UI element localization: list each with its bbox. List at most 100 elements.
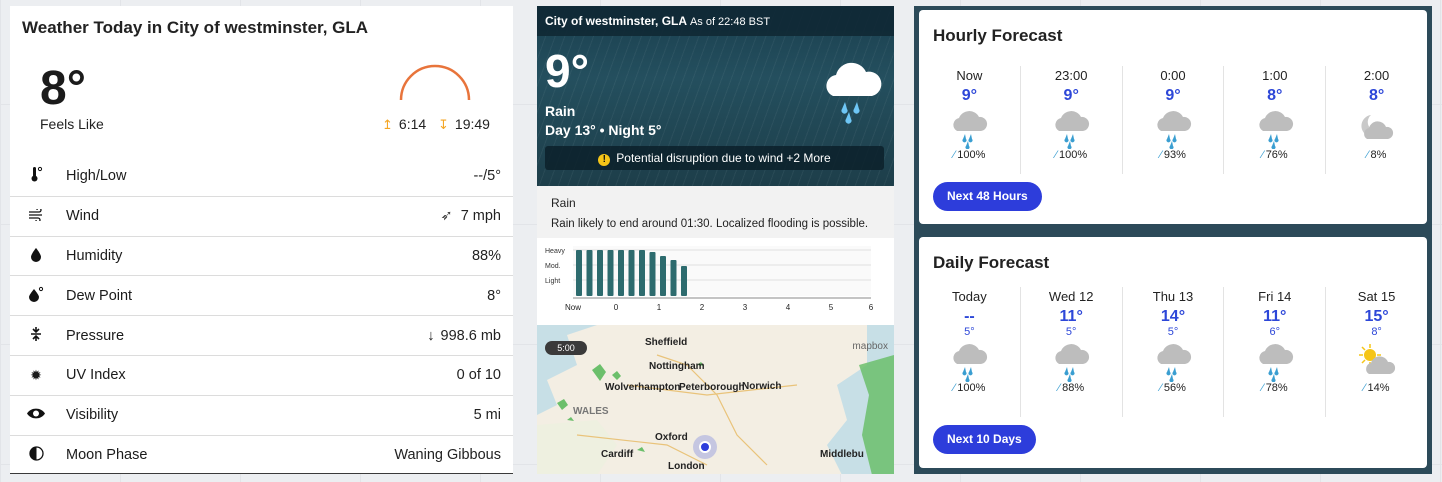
weather-today-card: Weather Today in City of westminster, GL…	[10, 6, 513, 474]
forecast-day: Sat 15	[1357, 289, 1396, 304]
rain-summary: Rain Rain likely to end around 01:30. Lo…	[537, 186, 894, 238]
forecast-temp: 9°	[961, 87, 978, 104]
rain-intensity-bar	[681, 266, 687, 296]
daily-forecast-title: Daily Forecast	[933, 253, 1050, 272]
rain-tick-label: 3	[743, 303, 748, 312]
precip-drop-icon: ⁄	[1160, 149, 1162, 161]
forecast-time: 0:00	[1160, 68, 1186, 83]
hourly-forecast-item[interactable]: Now 9° ⁄ 100%	[919, 66, 1020, 174]
rain-tick-label: 0	[614, 303, 619, 312]
dew-point-icon	[24, 286, 48, 305]
day-night-temps: Day 13° • Night 5°	[545, 122, 662, 138]
rain-intensity-bar	[649, 252, 656, 296]
today-title: Weather Today in City of westminster, GL…	[22, 18, 369, 37]
detail-row-humidity: Humidity 88%	[10, 235, 513, 276]
precip-chance: ⁄ 56%	[1160, 382, 1186, 394]
hourly-forecast-card: Hourly Forecast Now 9° ⁄ 100% 23:00 9° ⁄ 100% 0:…	[919, 10, 1427, 224]
daily-forecast-item[interactable]: Fri 14 11° 6° ⁄ 78%	[1223, 287, 1325, 417]
forecast-low-temp: 5°	[1065, 326, 1077, 338]
daily-forecast-card: Daily Forecast Today -- 5° ⁄ 100% Wed 12 11° 5°…	[919, 237, 1427, 468]
precip-drop-icon: ⁄	[1160, 382, 1162, 394]
daily-forecast-item[interactable]: Thu 13 14° 5° ⁄ 56%	[1121, 287, 1224, 417]
detail-row-moon-phase: Moon Phase Waning Gibbous	[10, 434, 513, 475]
forecast-high-temp: --	[964, 308, 975, 325]
hourly-forecast-item[interactable]: 1:00 8° ⁄ 76%	[1223, 66, 1325, 174]
detail-row-uv-index: ✹ UV Index 0 of 10	[10, 354, 513, 395]
rain-intensity-chart: Heavy Mod. Light Now 0 1 2 3 4 5 6	[537, 238, 894, 320]
daily-forecast-item[interactable]: Sat 15 15° 8° ⁄ 14%	[1325, 287, 1427, 417]
precip-chance: ⁄ 100%	[953, 382, 986, 394]
map-label-wales: WALES	[573, 406, 609, 417]
sun-cloud-icon	[1326, 342, 1427, 382]
precip-chance: ⁄ 93%	[1160, 149, 1186, 161]
pressure-down-icon: ↓	[427, 327, 435, 344]
current-conditions-card[interactable]: City of westminster, GLA As of 22:48 BST…	[537, 6, 894, 474]
forecast-time: 23:00	[1054, 68, 1088, 83]
rain-cloud-icon	[826, 62, 882, 124]
detail-row-dew-point: Dew Point 8°	[10, 275, 513, 315]
precip-drop-icon: ⁄	[1363, 382, 1366, 394]
hourly-forecast-item[interactable]: 23:00 9° ⁄ 100%	[1019, 66, 1122, 174]
map-label-norwich: Norwich	[742, 381, 782, 392]
today-details-list: High/Low --/5° Wind ➶ 7 mph Humidity 88% …	[10, 156, 513, 474]
rain-level-label: Light	[545, 278, 560, 285]
forecast-day: Thu 13	[1152, 289, 1194, 304]
moon-icon	[24, 446, 48, 464]
rain-intensity-bar	[639, 250, 645, 296]
detail-row-pressure: Pressure ↓ 998.6 mb	[10, 315, 513, 355]
forecast-high-temp: 14°	[1160, 308, 1186, 325]
sunrise-icon: ↥	[382, 117, 393, 132]
current-condition: Rain	[545, 103, 576, 119]
weather-alert-banner[interactable]: ! Potential disruption due to wind +2 Mor…	[545, 146, 884, 170]
hourly-forecast-item[interactable]: 0:00 9° ⁄ 93%	[1121, 66, 1224, 174]
rain-intensity-bar	[586, 250, 593, 296]
location-header: City of westminster, GLA As of 22:48 BST	[537, 6, 894, 36]
rain-summary-title: Rain	[551, 196, 576, 210]
rain-cloud-icon	[1224, 342, 1325, 383]
radar-map[interactable]: 5:00 mapbox Sheffield Nottingham Wolverh…	[537, 325, 894, 474]
precip-drop-icon: ⁄	[953, 382, 956, 394]
pressure-icon	[24, 326, 48, 345]
map-label-peterborough: Peterborough	[679, 382, 745, 393]
precip-chance: ⁄ 100%	[1055, 149, 1088, 161]
daily-forecast-item[interactable]: Wed 12 11° 5° ⁄ 88%	[1019, 287, 1122, 417]
precip-chance: ⁄ 100%	[953, 149, 986, 161]
next-10-days-button[interactable]: Next 10 Days	[933, 425, 1036, 454]
precip-drop-icon: ⁄	[953, 149, 956, 161]
rain-chart-bg	[573, 246, 871, 296]
rain-level-label: Heavy	[545, 248, 565, 255]
precip-drop-icon: ⁄	[1058, 382, 1061, 394]
current-conditions-hero[interactable]: City of westminster, GLA As of 22:48 BST…	[537, 6, 894, 186]
hourly-forecast-item[interactable]: 2:00 8° ⁄ 8%	[1325, 66, 1427, 174]
sun-arc-icon	[399, 64, 471, 101]
forecast-day: Fri 14	[1258, 289, 1292, 304]
rain-tick-label: 2	[700, 303, 705, 312]
precip-drop-icon: ⁄	[1055, 149, 1058, 161]
rain-cloud-icon	[1224, 109, 1325, 150]
map-label-wolverhampton: Wolverhampton	[605, 382, 681, 393]
rain-intensity-bar	[670, 260, 677, 296]
rain-cloud-icon	[919, 342, 1020, 383]
rain-intensity-bar	[628, 250, 635, 296]
map-label-oxford: Oxford	[655, 432, 688, 443]
rain-cloud-icon	[1123, 109, 1224, 150]
precip-drop-icon: ⁄	[1261, 382, 1264, 394]
map-label-cardiff: Cardiff	[601, 449, 634, 460]
wind-direction-icon: ➶	[440, 208, 453, 225]
feels-like-temp: 8°	[40, 62, 86, 115]
hourly-forecast-title: Hourly Forecast	[933, 26, 1063, 45]
rain-cloud-icon	[919, 109, 1020, 150]
map-label-london: London	[668, 461, 705, 472]
forecast-high-temp: 11°	[1263, 308, 1287, 325]
next-48-hours-button[interactable]: Next 48 Hours	[933, 182, 1042, 211]
daily-forecast-item[interactable]: Today -- 5° ⁄ 100%	[919, 287, 1020, 417]
map-time-badge[interactable]: 5:00	[545, 341, 587, 355]
rain-tick-label: 6	[869, 303, 874, 312]
precip-chance: ⁄ 14%	[1363, 382, 1390, 394]
rain-intensity-svg: Heavy Mod. Light Now 0 1 2 3 4 5 6	[545, 246, 874, 312]
sunset-icon: ↧	[438, 117, 449, 132]
daily-forecast-list: Today -- 5° ⁄ 100% Wed 12 11° 5° ⁄ 88% Thu 13 14° 5°…	[919, 287, 1427, 417]
rain-cloud-icon	[1123, 342, 1224, 383]
forecast-low-temp: 8°	[1371, 326, 1382, 338]
rain-cloud-icon	[1021, 342, 1122, 383]
